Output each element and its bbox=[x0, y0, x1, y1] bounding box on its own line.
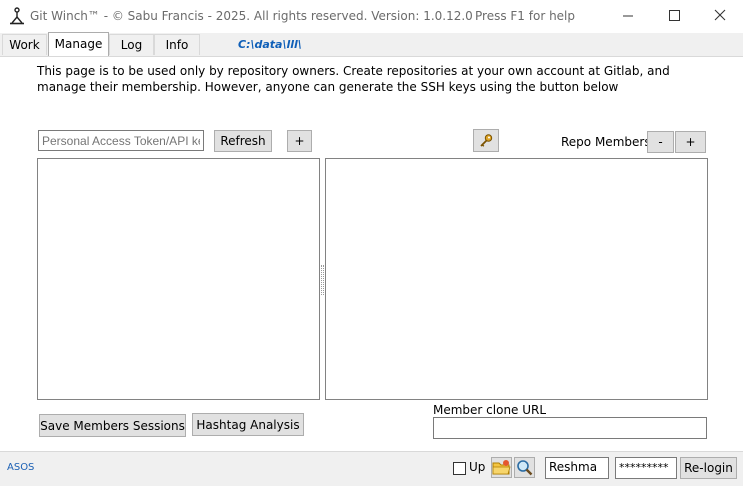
folder-icon bbox=[492, 460, 511, 475]
winch-icon bbox=[10, 7, 24, 25]
window-title: Git Winch™ - © Sabu Francis - 2025. All … bbox=[30, 9, 473, 23]
ssh-key-button[interactable] bbox=[473, 129, 499, 152]
tab-manage[interactable]: Manage bbox=[48, 32, 109, 56]
up-checkbox[interactable] bbox=[453, 462, 466, 475]
member-clone-url-field[interactable] bbox=[433, 417, 707, 439]
tab-work[interactable]: Work bbox=[2, 34, 47, 55]
splitter-handle[interactable] bbox=[321, 265, 324, 295]
save-members-sessions-button[interactable]: Save Members Sessions bbox=[39, 414, 186, 437]
page-description: This page is to be used only by reposito… bbox=[37, 64, 670, 94]
username-field[interactable]: Reshma bbox=[545, 457, 609, 479]
relogin-button[interactable]: Re-login bbox=[680, 457, 737, 479]
open-folder-button[interactable] bbox=[491, 457, 512, 478]
add-repo-button[interactable]: + bbox=[287, 130, 312, 152]
access-token-input[interactable] bbox=[38, 130, 204, 151]
repo-members-list[interactable] bbox=[325, 158, 708, 400]
help-hint: Press F1 for help bbox=[475, 9, 576, 23]
repo-members-label: Repo Members bbox=[561, 135, 651, 149]
hashtag-analysis-button[interactable]: Hashtag Analysis bbox=[192, 413, 304, 436]
password-field[interactable]: ********* bbox=[615, 457, 677, 479]
maximize-icon[interactable] bbox=[651, 0, 697, 32]
remove-member-button[interactable]: - bbox=[647, 131, 674, 153]
tab-info[interactable]: Info bbox=[154, 34, 200, 55]
repositories-list[interactable] bbox=[37, 158, 320, 400]
key-icon bbox=[480, 134, 493, 147]
close-icon[interactable] bbox=[697, 0, 743, 32]
magnifier-icon bbox=[517, 460, 533, 476]
add-member-button[interactable]: + bbox=[675, 131, 706, 153]
member-clone-url-label: Member clone URL bbox=[433, 403, 547, 417]
repository-path-link[interactable]: C:\data\lll\ bbox=[238, 38, 302, 51]
tab-log[interactable]: Log bbox=[109, 34, 154, 55]
up-label: Up bbox=[469, 460, 486, 474]
asos-link[interactable]: ASOS bbox=[7, 462, 34, 473]
minimize-icon[interactable] bbox=[605, 0, 651, 32]
search-button[interactable] bbox=[514, 457, 535, 478]
refresh-button[interactable]: Refresh bbox=[214, 130, 272, 152]
